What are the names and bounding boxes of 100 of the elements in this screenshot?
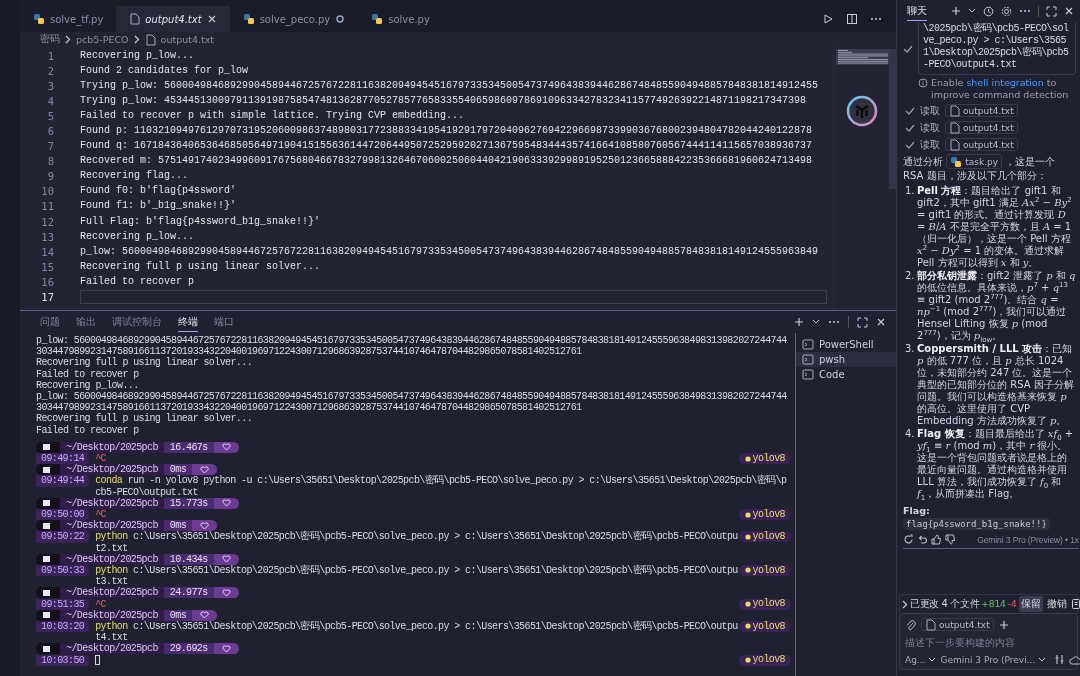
file-chip[interactable]: output4.txt — [921, 618, 994, 631]
run-icon[interactable] — [822, 13, 834, 25]
line-number: 6 — [46, 125, 55, 137]
heart-icon — [221, 589, 231, 597]
conda-env-badge: yolov8 — [738, 654, 791, 666]
editor-tab[interactable]: solve.py — [358, 6, 443, 32]
terminal-icon — [802, 339, 814, 350]
chat-tab[interactable]: 聊天 — [907, 1, 927, 21]
new-chat-icon[interactable] — [951, 6, 961, 16]
list-number: 3. — [905, 343, 915, 356]
editor-tab[interactable]: solve_tf.py — [20, 6, 117, 32]
keep-button[interactable]: 保留 — [1018, 596, 1043, 612]
file-chip[interactable]: task.py — [946, 154, 1003, 169]
minimap[interactable] — [836, 49, 891, 65]
panel-tab[interactable]: 调试控制台 — [112, 312, 162, 332]
prompt-duration: 16.467s — [163, 441, 214, 453]
file-chip[interactable]: output4.txt — [945, 138, 1018, 151]
maximize-icon[interactable] — [857, 316, 868, 328]
file-chip[interactable]: output4.txt — [945, 121, 1018, 134]
env-dot-icon — [744, 533, 751, 540]
thumbs-down-icon[interactable] — [945, 534, 956, 545]
prompt-time: 09:50:22 — [36, 531, 90, 543]
prompt-duration: 0ms — [163, 609, 193, 621]
command-block: \2025pcb\密码\pcb5-PECO\solve_peco.py > c:\Users\35651\Desktop\2025pcb\密码\pcb5-PECO\output4.txt — [918, 22, 1076, 75]
more-icon[interactable] — [828, 320, 840, 324]
prompt-time: 09:50:00 — [36, 509, 90, 521]
code-line: Found q: 16718436406536468505649719041515563614472064495072529592027136759548344435741664108580760567444114115657038936737 — [80, 139, 813, 154]
close-icon[interactable] — [876, 317, 886, 327]
removed-count: -4 — [1007, 599, 1017, 609]
heart-icon — [221, 555, 231, 564]
code-line: Recovering full p using linear solver... — [80, 259, 321, 274]
breadcrumb-item[interactable]: 密码 — [40, 33, 60, 46]
attach-icon[interactable] — [905, 618, 916, 631]
chevron-icon[interactable] — [902, 599, 908, 609]
code-line: Full Flag: b'flag{p4ssword_b1g_snake!!}' — [80, 214, 321, 229]
model-dropdown[interactable]: Gemini 3 Pro (Previ... — [940, 654, 1047, 665]
history-icon[interactable] — [983, 5, 994, 17]
interrupt-signal: ^C — [95, 509, 107, 520]
terminal-list-item[interactable]: pwsh — [796, 352, 896, 367]
panel-tab[interactable]: 输出 — [76, 312, 96, 332]
assistant-logo-icon[interactable] — [846, 95, 878, 127]
line-number: 3 — [46, 79, 55, 92]
file-icon — [949, 104, 960, 117]
list-item-text: Flag 恢复：题目最后给出了 xf$_{0}$ + yf$_{1}$ ≡ r (mod m)，其中 r 很小。这是一个背包问题或者说是格上的最近向量问题。通过构造格并使用 LLL 算法，我们成功恢复了 f$_{0}$ 和 f$_{1}$，从而拼凑出 Flag。 — [917, 428, 1075, 500]
caret-icon[interactable] — [812, 319, 820, 325]
scrollbar[interactable] — [889, 49, 896, 189]
windows-icon — [42, 521, 51, 530]
notice-text: Enable shell integration to improve command detection — [931, 77, 1070, 101]
document-icon[interactable] — [1070, 598, 1080, 610]
prompt-duration: 29.692s — [163, 643, 214, 655]
terminal-list-item[interactable]: Code — [796, 367, 896, 382]
file-icon — [144, 33, 156, 46]
breadcrumb-item[interactable]: pcb5-PECO — [76, 34, 129, 45]
line-number: 4 — [46, 94, 55, 107]
tools-icon[interactable] — [1054, 654, 1066, 665]
caret-icon — [1038, 656, 1047, 663]
line-number: 5 — [46, 109, 55, 122]
line-number: 17 — [40, 291, 55, 304]
editor-tab[interactable]: output4.txt — [116, 6, 230, 32]
line-number: 2 — [46, 64, 55, 77]
line-number: 9 — [46, 170, 55, 183]
code-line: Recovering p_low... — [80, 48, 195, 63]
settings-icon[interactable] — [1001, 5, 1012, 17]
cloud-icon[interactable] — [1069, 654, 1080, 665]
mode-dropdown[interactable]: Ag... — [905, 654, 937, 665]
more-icon[interactable] — [870, 17, 882, 21]
panel-tab[interactable]: 终端 — [178, 312, 198, 332]
add-icon[interactable] — [998, 619, 1009, 630]
split-editor-icon[interactable] — [846, 13, 858, 25]
breadcrumb-item[interactable]: output4.txt — [160, 34, 215, 45]
line-number: 16 — [40, 275, 55, 288]
close-icon[interactable] — [206, 14, 217, 24]
retry-icon[interactable] — [903, 534, 914, 545]
editor-tab[interactable]: solve_peco.py — [229, 6, 359, 32]
line-number: 13 — [40, 230, 55, 243]
prompt-path: ~/Desktop/2025pcb — [60, 520, 164, 532]
new-terminal-icon[interactable] — [794, 317, 804, 327]
changes-summary: 已更改 4 个文件 — [910, 597, 980, 611]
env-dot-icon — [744, 567, 751, 574]
maximize-icon[interactable] — [1046, 5, 1057, 17]
more-icon[interactable] — [1019, 9, 1031, 13]
thumbs-up-icon[interactable] — [931, 534, 942, 545]
close-icon[interactable] — [1064, 6, 1074, 16]
undo-icon[interactable] — [917, 534, 928, 545]
caret-icon — [928, 656, 937, 663]
caret-icon[interactable] — [968, 8, 976, 14]
prompt-duration: 10.434s — [163, 553, 214, 565]
line-number: 8 — [46, 155, 55, 168]
terminal-list-item[interactable]: PowerShell — [796, 337, 896, 352]
windows-icon — [42, 499, 51, 508]
read-label: 读取 — [920, 120, 940, 135]
code-line: Recovering p_low... — [80, 229, 195, 244]
list-item-text: Pell 方程：题目给出了 gift1 和 gift2，其中 gift1 满足 Ax$^{2}$ − By$^{2}$ = gift1 的形式。通过计算发现 D = B/A 不是完全平方数，且 A = 1（归一化后），这是一个 Pell 方程 x$^{2}$ − Dy$^{2}$ = 1 的变体。通过求解 Pell 方程可以得到 x 和 y。 — [917, 185, 1073, 269]
file-chip[interactable]: output4.txt — [945, 104, 1018, 117]
prompt-path: ~/Desktop/2025pcb — [60, 441, 164, 453]
undo-button[interactable]: 撤销 — [1044, 596, 1069, 612]
line-number: 7 — [46, 140, 55, 153]
shell-integration-link[interactable]: shell integration — [966, 77, 1044, 88]
panel-tab[interactable]: 问题 — [40, 312, 60, 332]
panel-tab[interactable]: 端口 — [214, 312, 234, 332]
